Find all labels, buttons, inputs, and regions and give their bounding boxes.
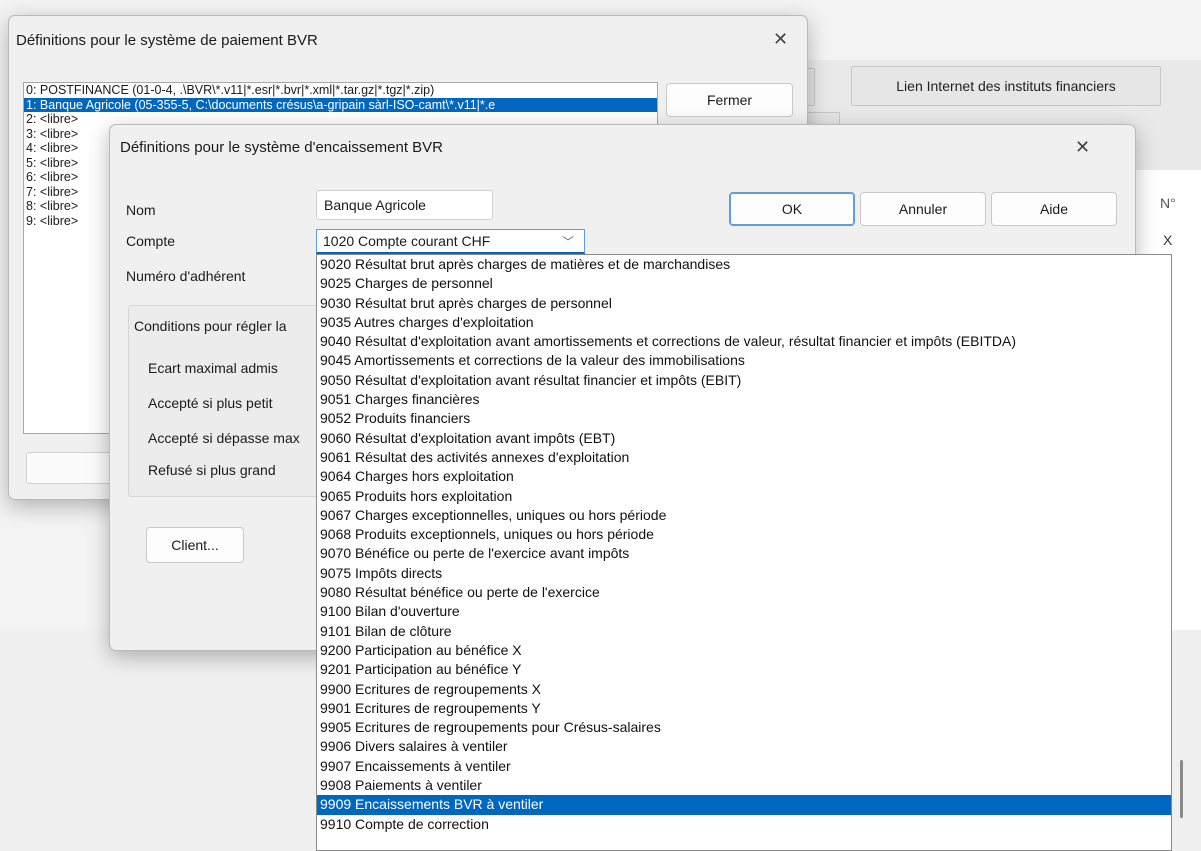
conditions-label: Conditions pour régler la bbox=[134, 318, 287, 334]
close-button[interactable]: Fermer bbox=[666, 83, 793, 117]
close-icon[interactable]: ✕ bbox=[773, 30, 788, 48]
dropdown-option[interactable]: 9064 Charges hors exploitation bbox=[317, 467, 1171, 486]
dropdown-option[interactable]: 9070 Bénéfice ou perte de l'exercice ava… bbox=[317, 544, 1171, 563]
collection-dialog-title: Définitions pour le système d'encaisseme… bbox=[120, 139, 444, 156]
dropdown-option[interactable]: 9050 Résultat d'exploitation avant résul… bbox=[317, 371, 1171, 390]
close-icon[interactable]: ✕ bbox=[1075, 138, 1090, 156]
dropdown-option[interactable]: 9060 Résultat d'exploitation avant impôt… bbox=[317, 429, 1171, 448]
accepted-exceeds-label: Accepté si dépasse max bbox=[148, 430, 300, 446]
help-button[interactable]: Aide bbox=[991, 192, 1117, 226]
dropdown-option[interactable]: 9910 Compte de correction bbox=[317, 815, 1171, 834]
dropdown-option[interactable]: 9035 Autres charges d'exploitation bbox=[317, 313, 1171, 332]
dropdown-option[interactable]: 9075 Impôts directs bbox=[317, 564, 1171, 583]
account-combobox[interactable]: 1020 Compte courant CHF ﹀ bbox=[316, 229, 585, 254]
dropdown-option[interactable]: 9906 Divers salaires à ventiler bbox=[317, 737, 1171, 756]
dropdown-option[interactable]: 9905 Ecritures de regroupements pour Cré… bbox=[317, 718, 1171, 737]
dropdown-option[interactable]: 9080 Résultat bénéfice ou perte de l'exe… bbox=[317, 583, 1171, 602]
dropdown-option[interactable]: 9200 Participation au bénéfice X bbox=[317, 641, 1171, 660]
dropdown-option[interactable]: 9900 Ecritures de regroupements X bbox=[317, 680, 1171, 699]
dropdown-option[interactable]: 9052 Produits financiers bbox=[317, 409, 1171, 428]
dropdown-option[interactable]: 9045 Amortissements et corrections de la… bbox=[317, 351, 1171, 370]
dropdown-option[interactable]: 9025 Charges de personnel bbox=[317, 274, 1171, 293]
financial-institutes-link-button[interactable]: Lien Internet des instituts financiers bbox=[851, 66, 1161, 106]
dropdown-option[interactable]: 9201 Participation au bénéfice Y bbox=[317, 660, 1171, 679]
ok-button[interactable]: OK bbox=[729, 192, 855, 226]
chevron-down-icon[interactable]: ﹀ bbox=[562, 233, 584, 250]
refused-greater-label: Refusé si plus grand bbox=[148, 462, 276, 478]
dropdown-option[interactable]: 9030 Résultat brut après charges de pers… bbox=[317, 294, 1171, 313]
bvr-dialog-button-partial[interactable] bbox=[26, 452, 116, 484]
list-item[interactable]: 0: POSTFINANCE (01-0-4, .\BVR\*.v11|*.es… bbox=[24, 83, 657, 98]
accepted-smaller-label: Accepté si plus petit bbox=[148, 395, 273, 411]
client-button[interactable]: Client... bbox=[146, 527, 244, 563]
name-field[interactable]: Banque Agricole bbox=[316, 190, 493, 220]
dropdown-option[interactable]: 9020 Résultat brut après charges de mati… bbox=[317, 255, 1171, 274]
dropdown-option[interactable]: 9040 Résultat d'exploitation avant amort… bbox=[317, 332, 1171, 351]
dropdown-option[interactable]: 9051 Charges financières bbox=[317, 390, 1171, 409]
account-label: Compte bbox=[126, 233, 176, 249]
dropdown-option[interactable]: 9100 Bilan d'ouverture bbox=[317, 602, 1171, 621]
dropdown-option[interactable]: 9068 Produits exceptionnels, uniques ou … bbox=[317, 525, 1171, 544]
cancel-button[interactable]: Annuler bbox=[860, 192, 986, 226]
table-cell-x: X bbox=[1163, 232, 1173, 248]
bvr-dialog-title: Définitions pour le système de paiement … bbox=[16, 32, 318, 49]
dropdown-option[interactable]: 9901 Ecritures de regroupements Y bbox=[317, 699, 1171, 718]
dropdown-scrollbar-thumb[interactable] bbox=[1180, 760, 1183, 818]
dropdown-option[interactable]: 9908 Paiements à ventiler bbox=[317, 776, 1171, 795]
dropdown-option[interactable]: 9065 Produits hors exploitation bbox=[317, 487, 1171, 506]
max-gap-label: Ecart maximal admis bbox=[148, 360, 278, 376]
member-number-label: Numéro d'adhérent bbox=[126, 268, 246, 284]
dropdown-option[interactable]: 9067 Charges exceptionnelles, uniques ou… bbox=[317, 506, 1171, 525]
dropdown-option[interactable]: 9909 Encaissements BVR à ventiler bbox=[317, 795, 1171, 815]
name-label: Nom bbox=[126, 202, 156, 218]
column-header-number: N° bbox=[1160, 195, 1176, 211]
account-dropdown-list[interactable]: 9020 Résultat brut après charges de mati… bbox=[316, 254, 1172, 851]
list-item[interactable]: 1: Banque Agricole (05-355-5, C:\documen… bbox=[24, 97, 657, 112]
account-combobox-value: 1020 Compte courant CHF bbox=[323, 233, 491, 249]
dropdown-option[interactable]: 9101 Bilan de clôture bbox=[317, 622, 1171, 641]
dropdown-option[interactable]: 9907 Encaissements à ventiler bbox=[317, 757, 1171, 776]
dropdown-option[interactable]: 9061 Résultat des activités annexes d'ex… bbox=[317, 448, 1171, 467]
